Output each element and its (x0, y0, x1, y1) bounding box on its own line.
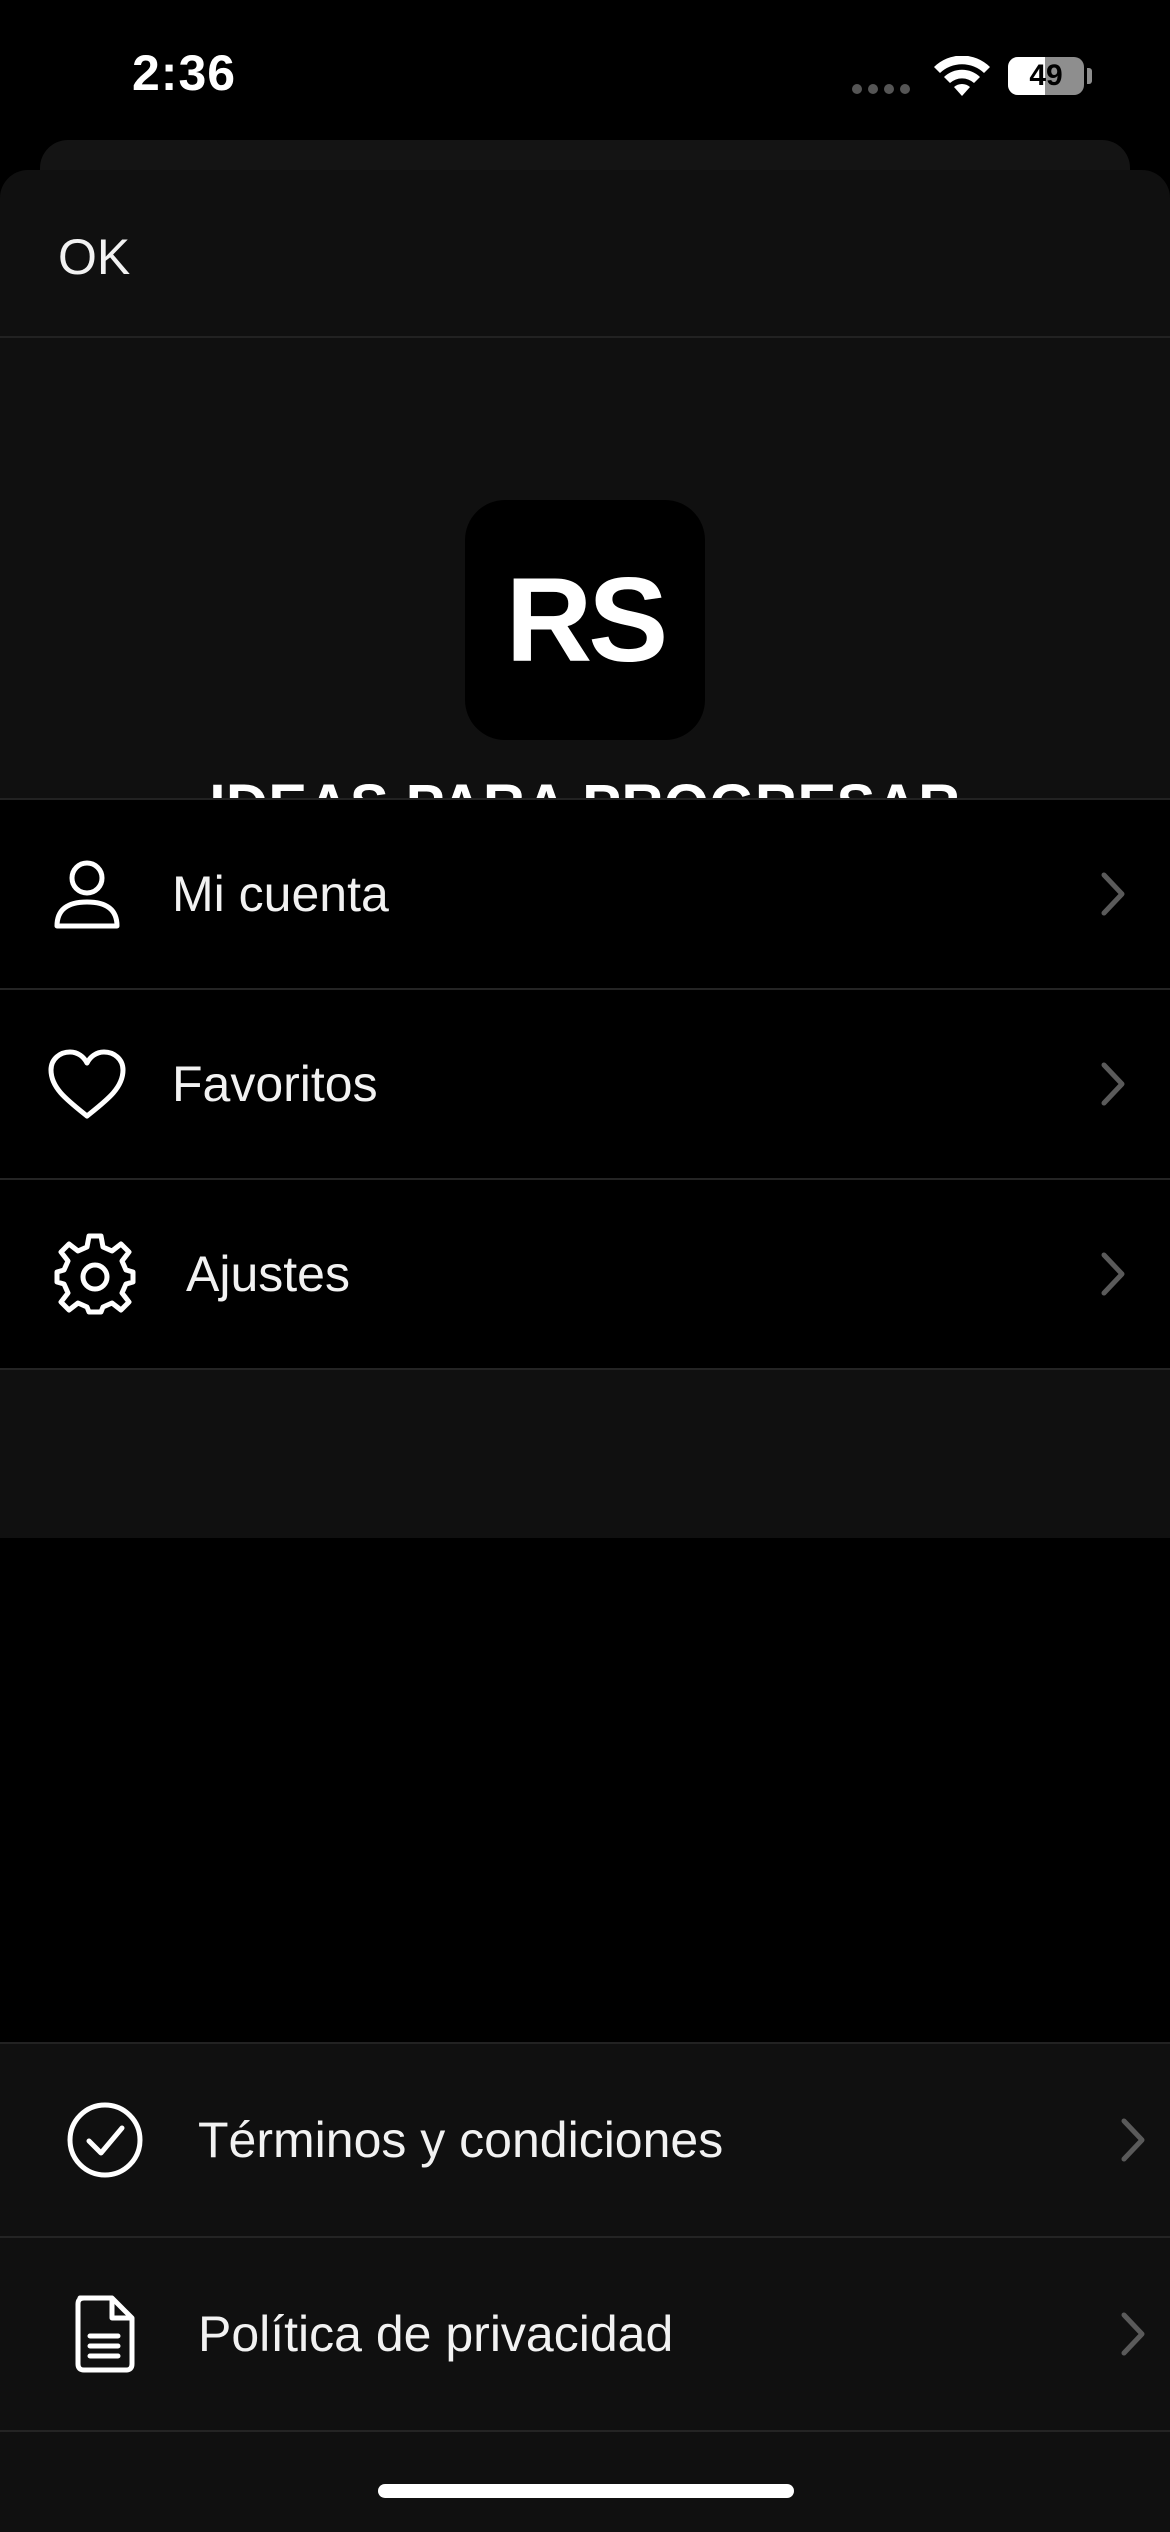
chevron-right-icon (1101, 1252, 1125, 1296)
main-menu: Mi cuenta Favoritos Ajustes (0, 798, 1170, 1370)
menu-item-terminos[interactable]: Términos y condiciones (0, 2044, 1170, 2238)
app-logo-text: RS (505, 553, 669, 687)
wifi-icon (934, 56, 990, 96)
chevron-right-icon (1101, 1062, 1125, 1106)
user-icon (42, 849, 132, 939)
cellular-signal-icon (852, 84, 910, 94)
menu-item-label: Ajustes (186, 1246, 350, 1302)
menu-item-label: Política de privacidad (198, 2306, 674, 2362)
battery-cap (1087, 68, 1092, 84)
menu-item-mi-cuenta[interactable]: Mi cuenta (0, 800, 1170, 990)
app-logo: RS (465, 500, 705, 740)
home-indicator[interactable] (378, 2484, 794, 2498)
screen: 2:36 49 OK RS IDEAS PARA PROGRESAR (0, 0, 1170, 2532)
battery-level: 49 (1029, 59, 1063, 92)
status-time: 2:36 (132, 45, 237, 101)
menu-item-privacidad[interactable]: Política de privacidad (0, 2238, 1170, 2432)
menu-item-ajustes[interactable]: Ajustes (0, 1180, 1170, 1370)
gear-icon (50, 1229, 140, 1319)
document-icon (60, 2289, 150, 2379)
legal-menu: Términos y condiciones Política de priva… (0, 2042, 1170, 2532)
menu-item-label: Términos y condiciones (198, 2112, 724, 2168)
menu-item-label: Mi cuenta (172, 866, 389, 922)
heart-icon (42, 1039, 132, 1129)
menu-item-label: Favoritos (172, 1056, 378, 1112)
chevron-right-icon (1121, 2312, 1145, 2356)
empty-area (0, 1538, 1170, 2042)
sheet-header: OK (0, 170, 1170, 338)
ok-button[interactable]: OK (58, 228, 130, 286)
battery-icon: 49 (1008, 57, 1084, 95)
chevron-right-icon (1121, 2118, 1145, 2162)
chevron-right-icon (1101, 872, 1125, 916)
check-circle-icon (60, 2095, 150, 2185)
status-bar: 2:36 49 (0, 0, 1170, 150)
menu-item-favoritos[interactable]: Favoritos (0, 990, 1170, 1180)
